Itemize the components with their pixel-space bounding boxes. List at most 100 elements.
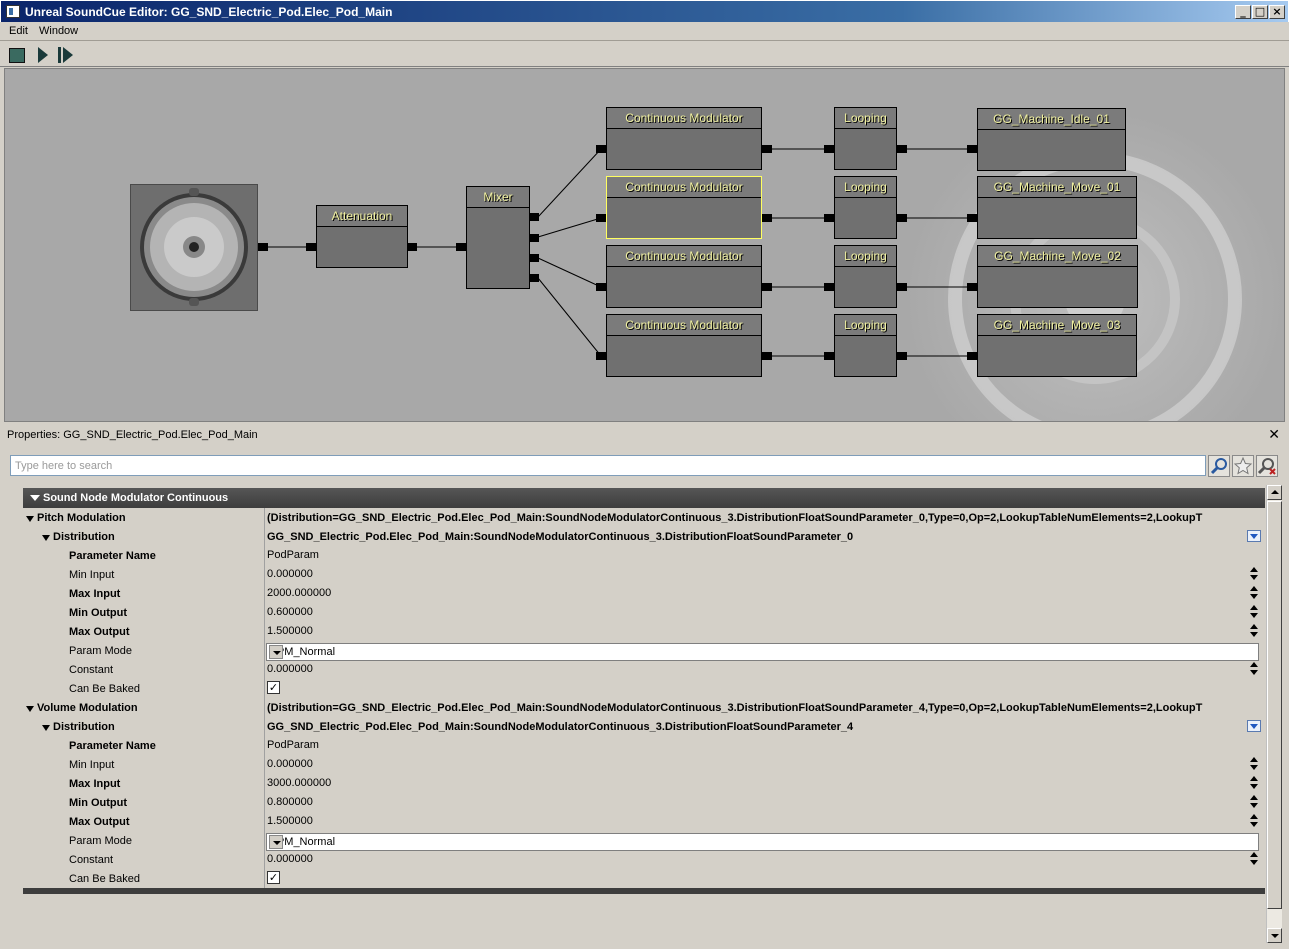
window-title-bar[interactable]: Unreal SoundCue Editor: GG_SND_Electric_… xyxy=(0,0,1289,22)
looping-node[interactable]: Looping xyxy=(834,314,897,377)
output-pin[interactable] xyxy=(529,254,539,262)
expand-icon[interactable] xyxy=(26,516,34,522)
property-row-min-output[interactable]: Min Output 0.600000 xyxy=(23,604,1265,623)
favorites-star-icon[interactable] xyxy=(1232,455,1254,477)
property-row-max-output[interactable]: Max Output 1.500000 xyxy=(23,813,1265,832)
property-value[interactable]: 1.500000 xyxy=(267,815,1257,827)
input-pin[interactable] xyxy=(967,352,977,360)
menu-edit[interactable]: Edit xyxy=(9,25,28,37)
property-value[interactable]: 0.000000 xyxy=(267,568,1257,580)
close-icon[interactable]: ✕ xyxy=(1268,427,1280,443)
property-value[interactable]: 0.000000 xyxy=(267,853,1257,865)
input-pin[interactable] xyxy=(967,283,977,291)
dropdown-icon[interactable] xyxy=(1247,720,1261,732)
collapse-icon[interactable] xyxy=(30,495,40,501)
input-pin[interactable] xyxy=(967,214,977,222)
spinner-icon[interactable] xyxy=(1249,605,1259,621)
input-pin[interactable] xyxy=(596,352,606,360)
output-pin[interactable] xyxy=(529,213,539,221)
param-mode-select[interactable]: DPM_Normal xyxy=(266,833,1259,851)
param-mode-select[interactable]: DPM_Normal xyxy=(266,643,1259,661)
property-row-parameter-name[interactable]: Parameter Name PodParam xyxy=(23,737,1265,756)
expand-icon[interactable] xyxy=(42,535,50,541)
property-row-min-input[interactable]: Min Input 0.000000 xyxy=(23,756,1265,775)
maximize-button[interactable]: □ xyxy=(1252,5,1268,19)
output-pin[interactable] xyxy=(762,214,772,222)
menu-window[interactable]: Window xyxy=(39,25,78,37)
can-be-baked-checkbox[interactable]: ✓ xyxy=(267,871,280,884)
vertical-scrollbar[interactable] xyxy=(1266,485,1282,943)
attenuation-node[interactable]: Attenuation xyxy=(316,205,408,268)
spinner-icon[interactable] xyxy=(1249,586,1259,602)
category-header[interactable]: Sound Node Modulator Continuous xyxy=(23,488,1265,508)
scroll-thumb[interactable] xyxy=(1267,501,1282,909)
input-pin[interactable] xyxy=(824,352,834,360)
scroll-down-icon[interactable] xyxy=(1267,928,1282,943)
spinner-icon[interactable] xyxy=(1249,776,1259,792)
output-pin[interactable] xyxy=(762,145,772,153)
output-pin[interactable] xyxy=(897,352,907,360)
property-row-constant[interactable]: Constant 0.000000 xyxy=(23,851,1265,870)
property-row-volume-modulation[interactable]: Volume Modulation (Distribution=GG_SND_E… xyxy=(23,699,1265,718)
property-row-min-input[interactable]: Min Input 0.000000 xyxy=(23,566,1265,585)
sound-cue-output-node[interactable] xyxy=(130,184,258,311)
output-pin[interactable] xyxy=(762,352,772,360)
search-input[interactable] xyxy=(10,455,1206,476)
output-pin[interactable] xyxy=(897,145,907,153)
spinner-icon[interactable] xyxy=(1249,757,1259,773)
looping-node[interactable]: Looping xyxy=(834,176,897,239)
sound-wave-node[interactable]: GG_Machine_Move_01 xyxy=(977,176,1137,239)
property-row-min-output[interactable]: Min Output 0.800000 xyxy=(23,794,1265,813)
spinner-icon[interactable] xyxy=(1249,662,1259,678)
property-value[interactable]: 0.000000 xyxy=(267,663,1257,675)
property-row-can-be-baked[interactable]: Can Be Baked ✓ xyxy=(23,870,1265,889)
output-pin[interactable] xyxy=(897,214,907,222)
spinner-icon[interactable] xyxy=(1249,852,1259,868)
property-value[interactable]: 1.500000 xyxy=(267,625,1257,637)
spinner-icon[interactable] xyxy=(1249,567,1259,583)
input-pin[interactable] xyxy=(967,145,977,153)
property-row-pitch-modulation[interactable]: Pitch Modulation (Distribution=GG_SND_El… xyxy=(23,509,1265,528)
property-row-can-be-baked[interactable]: Can Be Baked ✓ xyxy=(23,680,1265,699)
play-node-icon[interactable] xyxy=(56,46,74,64)
close-button[interactable]: × xyxy=(1269,5,1285,19)
sound-wave-node[interactable]: GG_Machine_Move_02 xyxy=(977,245,1138,308)
continuous-modulator-node-selected[interactable]: Continuous Modulator xyxy=(606,176,762,239)
sound-wave-node[interactable]: GG_Machine_Idle_01 xyxy=(977,108,1126,171)
looping-node[interactable]: Looping xyxy=(834,107,897,170)
property-row-parameter-name[interactable]: Parameter Name PodParam xyxy=(23,547,1265,566)
expand-icon[interactable] xyxy=(42,725,50,731)
play-cue-icon[interactable] xyxy=(33,46,51,64)
property-value[interactable]: PodParam xyxy=(267,739,1257,751)
can-be-baked-checkbox[interactable]: ✓ xyxy=(267,681,280,694)
property-row-max-input[interactable]: Max Input 2000.000000 xyxy=(23,585,1265,604)
property-row-param-mode[interactable]: Param Mode DPM_Normal xyxy=(23,832,1265,851)
stop-icon[interactable] xyxy=(8,46,26,64)
property-row-distribution[interactable]: Distribution GG_SND_Electric_Pod.Elec_Po… xyxy=(23,718,1265,737)
input-pin[interactable] xyxy=(456,243,466,251)
dropdown-icon[interactable] xyxy=(1247,530,1261,542)
output-pin[interactable] xyxy=(258,243,268,251)
chevron-down-icon[interactable] xyxy=(269,835,283,849)
spinner-icon[interactable] xyxy=(1249,814,1259,830)
soundcue-graph-canvas[interactable]: Attenuation Mixer Continuous Modulator C… xyxy=(4,68,1285,422)
scroll-up-icon[interactable] xyxy=(1267,485,1282,500)
input-pin[interactable] xyxy=(824,145,834,153)
property-value[interactable]: 2000.000000 xyxy=(267,587,1257,599)
sound-wave-node[interactable]: GG_Machine_Move_03 xyxy=(977,314,1137,377)
looping-node[interactable]: Looping xyxy=(834,245,897,308)
property-value[interactable]: 0.800000 xyxy=(267,796,1257,808)
property-row-distribution[interactable]: Distribution GG_SND_Electric_Pod.Elec_Po… xyxy=(23,528,1265,547)
mixer-node[interactable]: Mixer xyxy=(466,186,530,289)
chevron-down-icon[interactable] xyxy=(269,645,283,659)
output-pin[interactable] xyxy=(407,243,417,251)
search-icon[interactable] xyxy=(1208,455,1230,477)
input-pin[interactable] xyxy=(596,145,606,153)
output-pin[interactable] xyxy=(897,283,907,291)
continuous-modulator-node[interactable]: Continuous Modulator xyxy=(606,107,762,170)
continuous-modulator-node[interactable]: Continuous Modulator xyxy=(606,245,762,308)
spinner-icon[interactable] xyxy=(1249,795,1259,811)
continuous-modulator-node[interactable]: Continuous Modulator xyxy=(606,314,762,377)
property-row-param-mode[interactable]: Param Mode DPM_Normal xyxy=(23,642,1265,661)
input-pin[interactable] xyxy=(306,243,316,251)
